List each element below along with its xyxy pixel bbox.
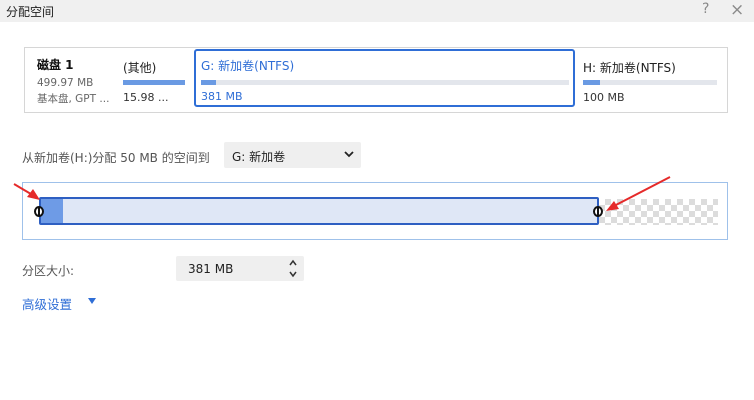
help-icon[interactable]: ? [702,1,709,17]
disk-info: 磁盘 1 499.97 MB 基本盘, GPT ... [37,56,109,106]
partition-size-input[interactable]: 381 MB [176,256,304,281]
disk-map: 磁盘 1 499.97 MB 基本盘, GPT ... (其他) 15.98 .… [24,47,728,113]
caret-down-icon[interactable] [87,297,97,305]
advanced-settings-link[interactable]: 高级设置 [22,294,72,313]
partition-usage-fill [123,80,185,85]
partition-size-value: 381 MB [188,262,234,276]
left-resize-handle[interactable] [34,206,44,217]
allocate-label: 从新加卷(H:)分配 50 MB 的空间到 [22,151,210,165]
right-resize-handle[interactable] [593,206,603,217]
used-space-fill [41,199,63,223]
partition-resize-bar[interactable] [39,197,599,225]
partition-size-label: 分区大小: [22,264,75,278]
partition-h[interactable]: H: 新加卷(NTFS) 100 MB [579,53,719,107]
partition-size: 15.98 ... [123,91,169,104]
target-partition-select[interactable]: G: 新加卷 [224,142,361,168]
partition-usage-bar [201,80,569,85]
partition-usage-bar [123,80,185,85]
close-icon[interactable]: × [730,0,744,20]
partition-name: (其他) [123,61,157,75]
title-bar: 分配空间 ? × [0,0,754,22]
partition-name: G: 新加卷(NTFS) [201,59,295,73]
partition-size: 381 MB [201,90,243,103]
unallocated-space [599,199,718,225]
disk-size: 499.97 MB [37,77,94,89]
disk-type: 基本盘, GPT ... [37,93,110,105]
target-partition-value: G: 新加卷 [232,150,286,164]
window-title: 分配空间 [6,5,55,19]
partition-usage-fill [201,80,216,85]
partition-g[interactable]: G: 新加卷(NTFS) 381 MB [194,49,575,107]
partition-other[interactable]: (其他) 15.98 ... [119,53,189,107]
partition-name: H: 新加卷(NTFS) [583,61,676,75]
chevron-up-icon[interactable] [288,259,298,267]
disk-name: 磁盘 1 [37,58,74,72]
partition-size: 100 MB [583,91,625,104]
partition-resize-area [22,182,728,240]
partition-usage-fill [583,80,601,85]
partition-usage-bar [583,80,717,85]
chevron-down-icon[interactable] [288,270,298,278]
chevron-down-icon [344,151,354,158]
